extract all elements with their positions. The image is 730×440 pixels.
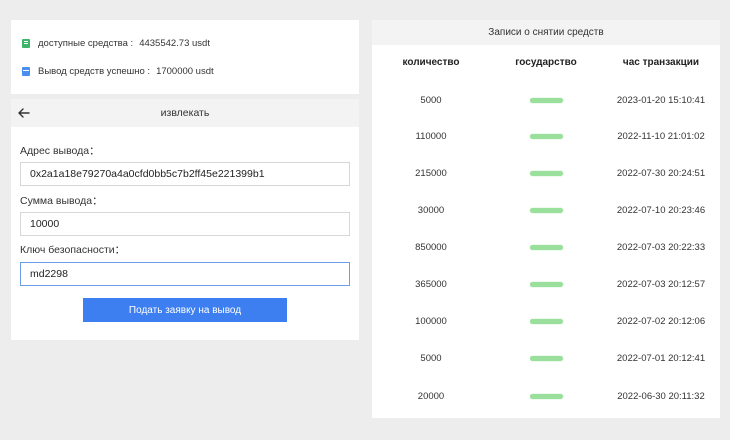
row-amount: 365000 [415,279,447,290]
row-country [484,204,608,218]
row-time: 2022-07-03 20:22:33 [616,242,706,253]
records-header: количество государство час транзакции [372,57,720,71]
table-row: 365000 2022-07-03 20:12:57 [372,278,720,292]
row-amount: 110000 [415,131,447,142]
table-row: 215000 2022-07-30 20:24:51 [372,167,720,181]
column-time: час транзакции [622,57,700,68]
table-row: 110000 2022-11-10 21:01:02 [372,130,720,144]
row-time: 2022-07-01 20:12:41 [616,353,706,364]
row-country [484,315,608,329]
table-row: 5000 2023-01-20 15:10:41 [372,94,720,108]
withdraw-title: извлекать [160,107,210,119]
row-amount: 850000 [415,242,447,253]
blurred-country-badge [529,244,563,250]
row-country [484,390,608,404]
card-icon [22,67,30,76]
row-time: 2022-11-10 21:01:02 [617,131,705,142]
security-key-label: Ключ безопасности： [20,244,126,256]
security-key-field[interactable] [20,262,350,286]
column-amount: количество [402,57,460,68]
row-country [484,352,608,366]
withdrawn-funds-value: 1700000 usdt [156,66,214,77]
balance-card: доступные средства : 4435542.73 usdt Выв… [11,20,359,94]
row-amount: 215000 [415,168,447,179]
column-country: государство [515,57,577,68]
row-amount: 30000 [417,205,445,216]
blurred-country-badge [529,281,563,287]
table-row: 30000 2022-07-10 20:23:46 [372,204,720,218]
table-row: 100000 2022-07-02 20:12:06 [372,315,720,329]
amount-label: Сумма вывода： [20,195,103,207]
records-title: Записи о снятии средств [372,20,720,45]
withdrawal-records: Записи о снятии средств количество госуд… [372,20,720,418]
row-time: 2022-07-10 20:23:46 [616,205,706,216]
wallet-icon [22,39,30,48]
row-country [484,167,608,181]
available-funds-value: 4435542.73 usdt [139,38,210,49]
row-country [484,94,608,108]
available-funds-label: доступные средства : [38,38,134,49]
row-time: 2022-07-30 20:24:51 [616,168,706,179]
blurred-country-badge [529,318,563,324]
blurred-country-badge [529,207,563,213]
blurred-country-badge [529,97,563,103]
row-time: 2022-06-30 20:11:32 [617,391,705,402]
available-funds-row: доступные средства : 4435542.73 usdt [22,38,210,49]
address-field[interactable] [20,162,350,186]
submit-withdraw-button[interactable]: Подать заявку на вывод [83,298,287,322]
back-arrow-icon[interactable] [18,106,30,120]
blurred-country-badge [529,133,563,139]
address-label: Адрес вывода： [20,145,100,157]
blurred-country-badge [529,393,563,399]
row-time: 2023-01-20 15:10:41 [616,95,706,106]
table-row: 850000 2022-07-03 20:22:33 [372,241,720,255]
withdrawn-funds-label: Вывод средств успешно : [38,66,151,77]
withdraw-header: извлекать [11,99,359,127]
row-country [484,130,608,144]
row-amount: 5000 [420,353,442,364]
row-time: 2022-07-03 20:12:57 [616,279,706,290]
amount-field[interactable] [20,212,350,236]
row-country [484,241,608,255]
row-amount: 100000 [415,316,447,327]
blurred-country-badge [529,355,563,361]
table-row: 20000 2022-06-30 20:11:32 [372,390,720,404]
blurred-country-badge [529,170,563,176]
row-time: 2022-07-02 20:12:06 [616,316,706,327]
row-country [484,278,608,292]
withdrawn-funds-row: Вывод средств успешно : 1700000 usdt [22,66,214,77]
row-amount: 20000 [417,391,445,402]
withdraw-form: извлекать Адрес вывода： Сумма вывода： Кл… [11,99,359,340]
table-row: 5000 2022-07-01 20:12:41 [372,352,720,366]
row-amount: 5000 [420,95,442,106]
